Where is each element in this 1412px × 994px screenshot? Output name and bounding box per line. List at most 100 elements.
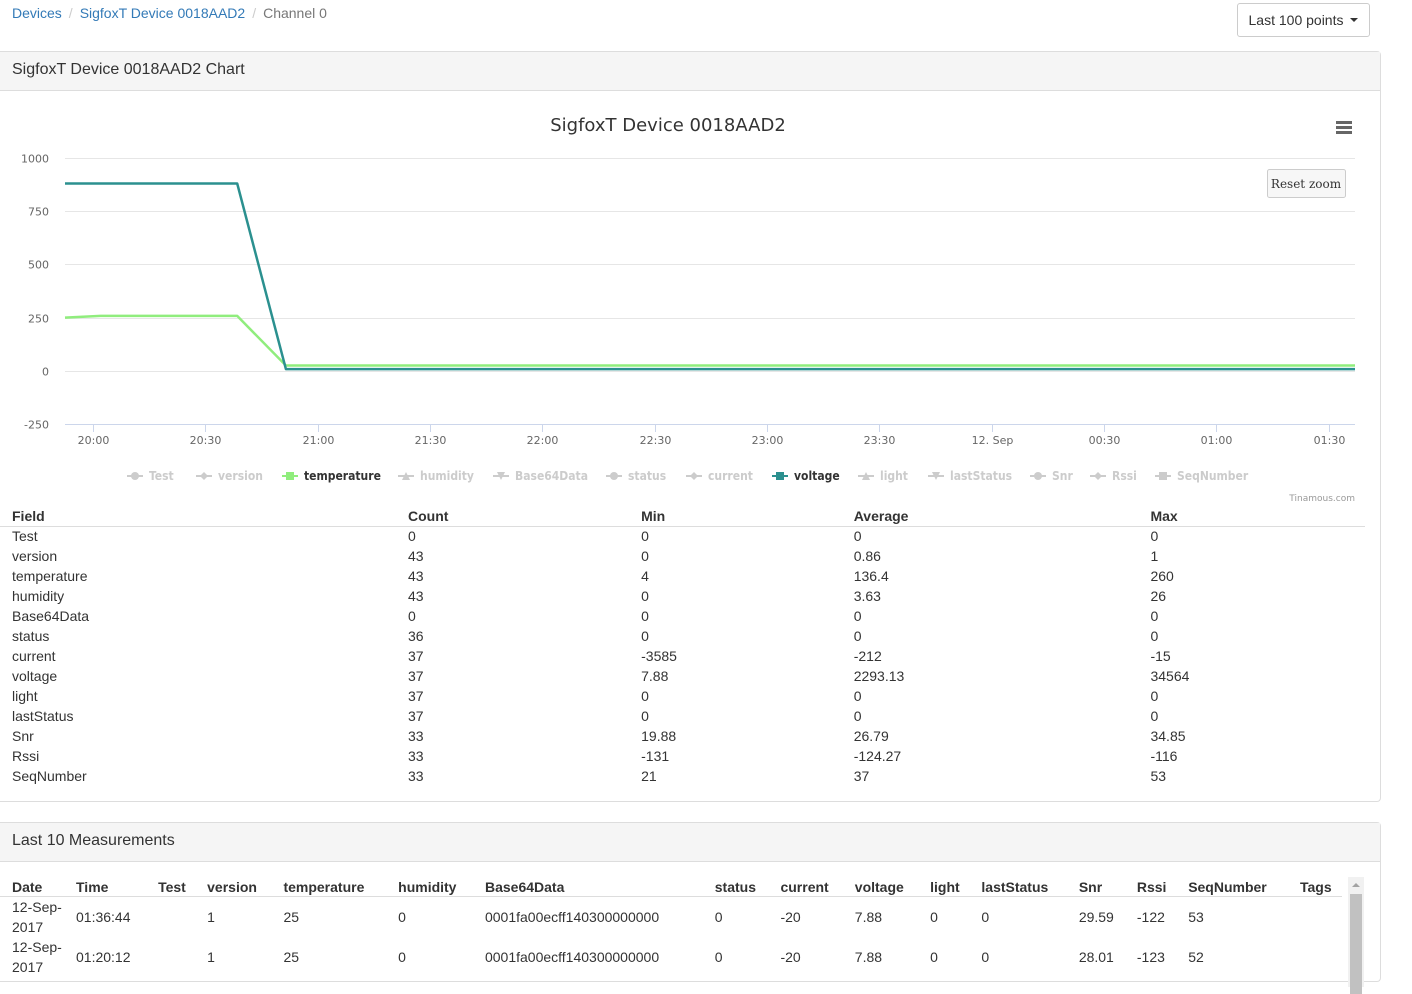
y-tick-label: -250 (24, 419, 49, 432)
table-cell: current (12, 648, 56, 664)
legend-item-Rssi[interactable]: Rssi (1090, 469, 1137, 483)
legend-item-status[interactable]: status (606, 469, 666, 483)
column-header: Time (64, 879, 147, 897)
legend-item-current[interactable]: current (686, 469, 753, 483)
x-tick-label: 21:30 (415, 434, 447, 447)
legend-item-humidity[interactable]: humidity (398, 469, 474, 483)
table-cell: -122 (1136, 908, 1165, 925)
legend-marker-diamond-icon (690, 472, 698, 480)
x-tick-label: 22:00 (527, 434, 559, 447)
legend-marker-circle-icon (131, 472, 139, 480)
measurements-table: Date Time Test version temperature humidity Ba… (0, 879, 1342, 977)
breadcrumb-devices[interactable]: Devices (12, 5, 62, 21)
table-cell: 2293.13 (853, 668, 905, 684)
legend-marker-circle-icon (1034, 472, 1042, 480)
table-cell: 0 (853, 688, 862, 704)
line-chart[interactable]: SigfoxT Device 0018AAD2 -250 0 250 500 750 10… (0, 91, 1380, 511)
breadcrumb-channel: Channel 0 (263, 5, 327, 21)
stats-row: temperature 43 4 136.4 260 (0, 566, 1365, 586)
table-cell: 43 (407, 568, 424, 584)
legend-marker-circle-icon (610, 472, 618, 480)
table-cell: 21 (641, 768, 657, 784)
legend-item-SeqNumber[interactable]: SeqNumber (1155, 469, 1249, 483)
legend-item-Base64Data[interactable]: Base64Data (493, 469, 588, 483)
table-cell: 34564 (1150, 668, 1190, 684)
table-cell: 3.63 (853, 588, 881, 604)
table-cell: 12-Sep-2017 (12, 898, 62, 935)
stats-row: Base64Data 0 0 0 0 (0, 606, 1365, 626)
chart-credits[interactable]: Tinamous.com (1288, 494, 1355, 504)
measurements-scrollbar[interactable] (1348, 877, 1364, 994)
legend-label: humidity (420, 469, 474, 483)
x-tick-label: 21:00 (303, 434, 335, 447)
legend-label: Base64Data (515, 469, 588, 483)
legend-item-version[interactable]: version (196, 469, 263, 483)
stats-header-row: Field Count Min Average Max (0, 507, 1365, 527)
table-cell: 0.86 (853, 548, 881, 564)
stats-row: Rssi 33 -131 -124.27 -116 (0, 746, 1365, 766)
legend-item-Snr[interactable]: Snr (1030, 469, 1073, 483)
legend-item-Test[interactable]: Test (127, 469, 174, 483)
table-cell: 136.4 (853, 568, 889, 584)
table-cell: 260 (1150, 568, 1174, 584)
column-header: temperature (271, 879, 387, 897)
table-cell: 0 (641, 548, 649, 564)
scroll-up-arrow-icon[interactable] (1352, 883, 1360, 887)
table-cell: -123 (1136, 948, 1165, 965)
table-cell: 25 (283, 908, 300, 925)
table-cell: 25 (283, 948, 300, 965)
table-cell: 01:36:44 (76, 908, 131, 925)
table-cell: 0 (981, 908, 990, 925)
table-cell: 37 (407, 688, 424, 704)
legend-item-light[interactable]: light (858, 469, 908, 483)
table-cell: 0 (641, 688, 649, 704)
legend-item-lastStatus[interactable]: lastStatus (928, 469, 1012, 483)
table-cell: 7.88 (641, 668, 669, 684)
y-tick-label: 0 (42, 366, 49, 379)
breadcrumb-separator: / (252, 5, 257, 21)
column-header: Field (0, 507, 396, 527)
column-header: Rssi (1124, 879, 1177, 897)
chart-container[interactable]: SigfoxT Device 0018AAD2 -250 0 250 500 750 10… (0, 91, 1380, 511)
scrollbar-thumb[interactable] (1350, 894, 1362, 994)
table-cell: 0001fa00ecff140300000000 (484, 948, 660, 965)
table-cell: 12-Sep-2017 (12, 938, 62, 975)
table-cell (146, 937, 195, 977)
hamburger-menu-icon[interactable] (1334, 120, 1354, 136)
table-cell: 0 (853, 528, 862, 545)
series-line-temperature[interactable] (64, 314, 1355, 367)
table-cell: 52 (1188, 948, 1204, 965)
column-header: current (768, 879, 843, 897)
reset-zoom-label: Reset zoom (1271, 177, 1342, 191)
column-header: Tags (1288, 879, 1342, 897)
table-cell: 37 (407, 648, 424, 664)
table-cell: 26 (1150, 588, 1167, 604)
breadcrumb-device[interactable]: SigfoxT Device 0018AAD2 (80, 5, 246, 21)
column-header: Average (841, 507, 1139, 527)
x-tick-label: 20:30 (190, 434, 222, 447)
table-cell: SeqNumber (12, 768, 87, 784)
x-tick-label: 22:30 (640, 434, 672, 447)
range-selector-dropdown[interactable]: Last 100 points (1237, 3, 1370, 37)
table-cell: 43 (407, 548, 424, 564)
legend-label: status (628, 469, 666, 483)
table-cell: humidity (12, 588, 65, 604)
table-cell: 26.79 (853, 728, 889, 744)
measurements-header-row: Date Time Test version temperature humidity Ba… (0, 879, 1342, 897)
stats-row: voltage 37 7.88 2293.13 34564 (0, 666, 1365, 686)
legend-label: Rssi (1112, 469, 1137, 483)
reset-zoom-button[interactable]: Reset zoom (1267, 169, 1346, 198)
legend-item-temperature[interactable]: temperature (282, 469, 381, 483)
table-cell: 36 (407, 628, 424, 644)
table-cell: -116 (1150, 748, 1178, 764)
legend-item-voltage[interactable]: voltage (772, 469, 840, 483)
column-header: humidity (386, 879, 473, 897)
table-cell: 0 (398, 948, 406, 965)
table-cell: 0 (641, 608, 649, 624)
table-cell: 0 (1150, 528, 1159, 545)
measurements-panel: Last 10 Measurements Date Time Test version… (0, 822, 1381, 994)
legend-label: current (708, 469, 753, 483)
table-cell: 0 (930, 908, 938, 925)
legend-label: SeqNumber (1177, 469, 1249, 483)
range-selector-label: Last 100 points (1248, 12, 1344, 28)
